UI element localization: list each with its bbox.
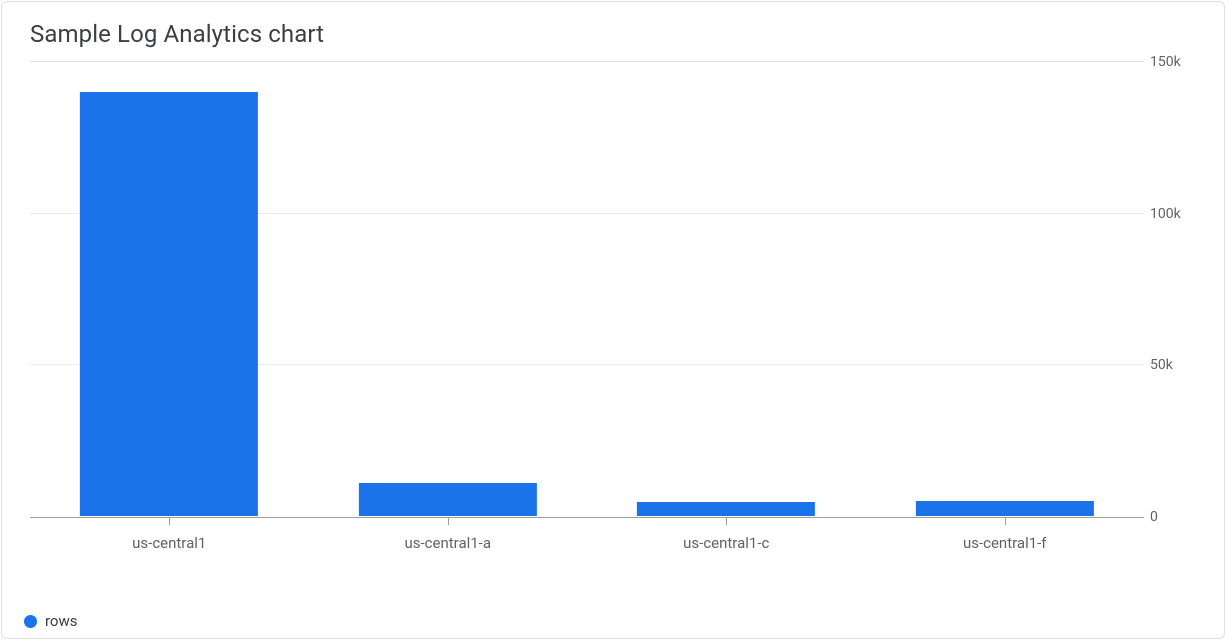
x-tick-label: us-central1-c	[587, 534, 866, 552]
y-tick-label: 100k	[1150, 206, 1194, 222]
bar-slot	[30, 62, 309, 516]
y-tick-label: 150k	[1150, 54, 1194, 70]
bar-slot	[866, 62, 1145, 516]
bar[interactable]	[916, 501, 1094, 516]
x-tick-label: us-central1	[30, 534, 309, 552]
x-tick-mark	[1005, 518, 1006, 525]
chart-card: Sample Log Analytics chart 050k100k150k …	[1, 1, 1225, 639]
bar[interactable]	[637, 502, 815, 516]
x-tick-mark	[169, 518, 170, 525]
legend-swatch-icon	[24, 615, 37, 628]
bar-slot	[309, 62, 588, 516]
bar[interactable]	[359, 483, 537, 516]
plot-area: 050k100k150k	[30, 62, 1144, 518]
legend: rows	[24, 612, 78, 630]
chart-plot: 050k100k150k us-central1us-central1-aus-…	[2, 62, 1224, 554]
y-tick-label: 50k	[1150, 357, 1194, 373]
x-tick-mark	[448, 518, 449, 525]
x-tick-label: us-central1-f	[866, 534, 1145, 552]
y-tick-label: 0	[1150, 509, 1194, 525]
legend-label: rows	[45, 612, 78, 630]
bar-slot	[587, 62, 866, 516]
x-tick-label: us-central1-a	[309, 534, 588, 552]
x-tick-mark	[726, 518, 727, 525]
chart-title: Sample Log Analytics chart	[2, 2, 1224, 62]
bar[interactable]	[80, 92, 258, 516]
